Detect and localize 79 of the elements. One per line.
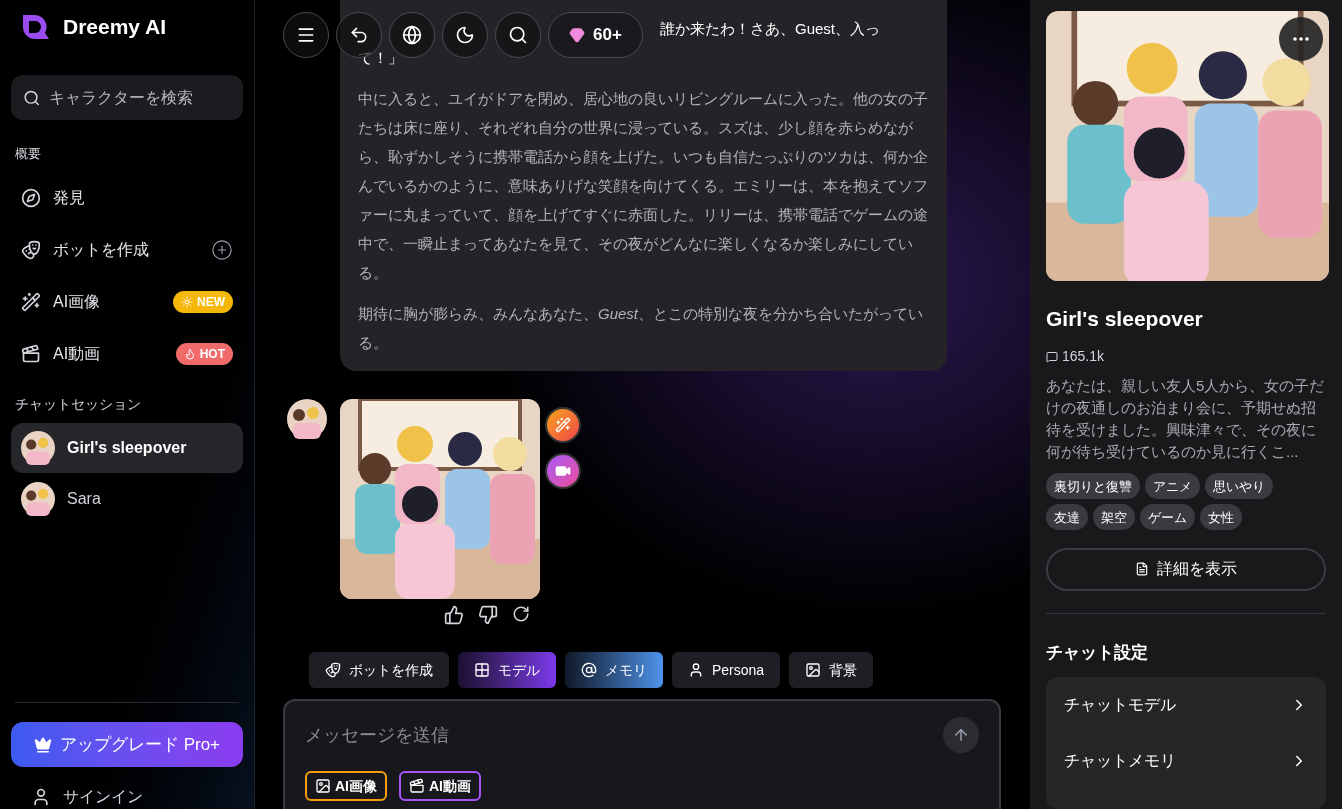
thumbs-down-icon[interactable]: [478, 605, 498, 625]
message-text: 誰か来たわ！さあ、Guest、入っ: [660, 19, 881, 39]
chip-icon: [325, 662, 341, 678]
character-title: Girl's sleepover: [1046, 305, 1204, 332]
tag: アニメ: [1145, 473, 1200, 500]
message-text: て！」: [358, 48, 403, 68]
tool-button[interactable]: AI動画: [399, 771, 481, 801]
user-icon: [31, 787, 51, 807]
chip-icon: [688, 662, 704, 678]
add-icon: [211, 238, 233, 261]
search-field[interactable]: キャラクターを検索: [11, 75, 243, 120]
send-button[interactable]: [943, 717, 979, 753]
document-icon: [1135, 562, 1149, 577]
section-heading: チャット設定: [1046, 641, 1149, 664]
tag: 裏切りと復讐: [1046, 473, 1140, 500]
chip-icon: [805, 662, 822, 678]
tag: 架空: [1093, 504, 1135, 531]
gem-icon: [569, 27, 585, 43]
nav-icon: [21, 343, 41, 364]
magic-wand-icon: [555, 417, 571, 433]
message-text: 中に入ると、ユイがドアを閉め、居心地の良いリビングルームに入った。他の女の子たちは床に座り、それぞれ自分の世界に浸っている。スズは、少し顔を赤らめながら、恥ずかしそうに携帯電話から顔を上げた。いつも自信たっぷりのツカは、何か企んでいるかのように、意味ありげな笑顔を向けてくる。エミリーは、本を抱えてソファーに丸まっていて、顔を上げてすぐに赤面した。リリーは、携帯電話でゲームの途中で、一瞬止まってあなたを見て、その夜がどんなに楽しくなるか楽しみにしている。: [358, 89, 929, 283]
nav-item[interactable]: AI画像 NEW: [11, 275, 243, 328]
globe-icon: [402, 25, 422, 45]
sun-icon: [181, 295, 193, 308]
message-input[interactable]: メッセージを送信: [305, 721, 943, 749]
avatar: [21, 481, 55, 516]
regenerate-icon[interactable]: [512, 605, 530, 623]
section-heading: 概要: [14, 145, 42, 163]
tag: 女性: [1200, 504, 1242, 531]
gems-button[interactable]: 60+: [548, 12, 643, 58]
tool-icon: [315, 778, 331, 794]
brand-name: Dreemy AI: [63, 14, 167, 41]
nav-icon: [21, 291, 41, 312]
search-input[interactable]: キャラクターを検索: [48, 85, 231, 110]
video-camera-icon: [555, 463, 571, 479]
menu-icon: [296, 25, 316, 45]
chip-button[interactable]: メモリ: [565, 652, 663, 688]
chip-button[interactable]: Persona: [672, 652, 781, 688]
nav-icon: [21, 239, 41, 260]
chip-icon: [474, 662, 490, 678]
tag: 友達: [1046, 504, 1088, 531]
thumbs-up-icon[interactable]: [444, 605, 464, 625]
magic-wand-button[interactable]: [545, 407, 581, 443]
tag: ゲーム: [1140, 504, 1195, 531]
settings-item[interactable]: チャットモデル: [1064, 677, 1308, 733]
chip-button[interactable]: 背景: [789, 652, 874, 688]
flame-icon: [183, 347, 196, 360]
more-icon: [1293, 37, 1309, 41]
chat-icon: [1046, 350, 1058, 363]
tool-icon: [409, 778, 425, 794]
crown-icon: [33, 735, 52, 754]
session-item[interactable]: Girl's sleepover: [11, 422, 243, 473]
chat-count: 165.1k: [1062, 347, 1105, 367]
settings-item[interactable]: チャットメモリ: [1064, 733, 1308, 789]
chip-button[interactable]: ボットを作成: [309, 652, 449, 688]
chip-icon: [581, 662, 597, 678]
character-description: あなたは、親しい友人5人から、女の子だけの夜通しのお泊まり会に、予期せぬ招待を受けました。興味津々で、その夜に何が待ち受けているのか見に行くこ...: [1046, 376, 1326, 463]
nav-item[interactable]: 発見: [11, 171, 243, 224]
nav-icon: [21, 187, 41, 208]
details-button[interactable]: 詳細を表示: [1046, 548, 1326, 591]
sign-in-link[interactable]: サインイン: [11, 785, 243, 809]
chip-button[interactable]: モデル: [458, 652, 556, 688]
section-heading: チャットセッション: [14, 394, 142, 414]
avatar: [287, 399, 327, 439]
tag: 思いやり: [1205, 473, 1273, 500]
undo-icon: [349, 25, 369, 45]
upgrade-button[interactable]: アップグレード Pro+: [11, 722, 243, 767]
tool-button[interactable]: AI画像: [305, 771, 387, 801]
moon-icon: [455, 25, 475, 45]
nav-item[interactable]: AI動画 HOT: [11, 327, 243, 380]
badge: NEW: [173, 290, 233, 313]
toolbar-button[interactable]: [283, 12, 329, 58]
video-button[interactable]: [545, 453, 581, 489]
search-icon: [508, 25, 528, 45]
badge: HOT: [175, 342, 233, 365]
session-item[interactable]: Sara: [11, 473, 243, 524]
avatar: [21, 430, 55, 465]
message-text: 期待に胸が膨らみ、みんなあなた、Guest、とこの特別な夜を分かち合いたがっている。: [358, 304, 925, 353]
nav-item[interactable]: ボットを作成: [11, 223, 243, 276]
